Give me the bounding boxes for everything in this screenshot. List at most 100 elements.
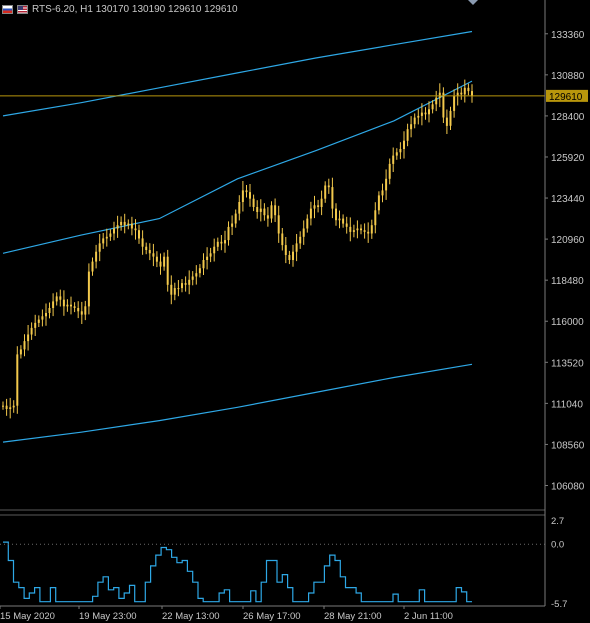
price-chart[interactable]: 129610 133360 130880 128400 125920 123440 1209… xyxy=(0,0,590,623)
time-tick-label: 22 May 13:00 xyxy=(162,611,220,622)
candle-body xyxy=(360,228,362,231)
candle-body xyxy=(130,223,133,229)
price-tick-label: 120960 xyxy=(551,235,585,246)
time-tick-label: 28 May 21:00 xyxy=(324,611,382,622)
candle-body xyxy=(424,112,427,115)
candle-body xyxy=(403,140,405,149)
candle-body xyxy=(252,198,255,207)
candle-body xyxy=(413,117,416,125)
candle-body xyxy=(442,92,445,118)
candle-body xyxy=(184,283,187,285)
candle-body xyxy=(59,296,62,300)
candle-body xyxy=(138,230,140,239)
oscillator-panel[interactable] xyxy=(0,541,545,603)
candle-body xyxy=(27,334,30,342)
candle-body xyxy=(145,246,148,250)
candle-body xyxy=(87,271,90,307)
candle-body xyxy=(338,218,341,221)
candle-body xyxy=(449,110,452,126)
candle-body xyxy=(324,185,327,199)
price-tick-label: 116000 xyxy=(551,317,584,328)
candle-body xyxy=(420,112,423,116)
candle-body xyxy=(410,124,413,130)
candle-body xyxy=(9,407,12,409)
candle-body xyxy=(198,268,201,274)
candle-body xyxy=(460,92,463,95)
candle-body xyxy=(345,223,348,227)
candle-body xyxy=(309,208,312,219)
candle-body xyxy=(295,243,298,252)
candle-body xyxy=(116,225,119,229)
candle-body xyxy=(266,215,269,219)
envelope-middle-line xyxy=(2,80,473,254)
candle-body xyxy=(77,308,80,312)
time-tick-label: 2 Jun 11:00 xyxy=(404,611,453,622)
candle-body xyxy=(438,92,441,98)
candle-body xyxy=(320,198,323,207)
price-tick-label: 113520 xyxy=(551,358,584,369)
main-price-panel[interactable] xyxy=(0,30,545,443)
candle-body xyxy=(191,276,194,280)
candle-body xyxy=(127,223,130,226)
candle-body xyxy=(288,255,291,260)
candle-body xyxy=(245,190,248,193)
candle-body xyxy=(431,104,434,110)
candle-body xyxy=(259,208,262,212)
candle-body xyxy=(342,218,345,224)
time-tick-label: 26 May 17:00 xyxy=(243,611,301,622)
candle-body xyxy=(12,405,15,408)
candle-body xyxy=(163,256,166,267)
axes-group: 129610 133360 130880 128400 125920 123440 1209… xyxy=(0,0,588,622)
candle-body xyxy=(52,301,55,308)
candle-body xyxy=(292,251,294,260)
candle-body xyxy=(374,210,377,226)
candle-body xyxy=(467,87,470,92)
candle-body xyxy=(166,256,169,285)
candle-body xyxy=(173,288,176,295)
candle-body xyxy=(5,405,8,409)
candle-body xyxy=(109,233,112,237)
candle-body xyxy=(406,129,409,141)
candle-body xyxy=(367,231,370,234)
candle-body xyxy=(428,109,430,115)
candle-body xyxy=(123,221,126,226)
candle-body xyxy=(195,273,198,277)
candle-body xyxy=(313,205,316,209)
candle-body xyxy=(70,304,72,307)
candle-body xyxy=(445,117,448,126)
candle-body xyxy=(220,241,223,244)
candle-body xyxy=(134,228,137,231)
oscillator-line xyxy=(3,541,472,603)
candle-body xyxy=(435,97,438,105)
candle-body xyxy=(299,236,302,244)
candle-body xyxy=(317,205,320,207)
candle-body xyxy=(213,246,216,254)
price-tick-label: 108560 xyxy=(551,440,585,451)
candle-body xyxy=(302,228,305,237)
oscillator-tick-label: -5.7 xyxy=(551,599,567,610)
candle-body xyxy=(16,354,19,406)
oscillator-tick-label: 0.0 xyxy=(551,539,564,550)
candle-body xyxy=(263,208,266,216)
envelope-lower-line xyxy=(2,363,473,443)
candle-body xyxy=(377,195,380,211)
candle-body xyxy=(170,284,173,295)
candle-body xyxy=(155,256,158,262)
candle-body xyxy=(306,218,309,229)
candle-body xyxy=(45,313,47,317)
time-tick-label: 19 May 23:00 xyxy=(79,611,137,622)
envelope-upper-line xyxy=(2,30,473,117)
candle-body xyxy=(141,238,144,247)
candle-body xyxy=(234,213,237,224)
candle-body xyxy=(102,238,105,244)
candle-body xyxy=(120,221,123,226)
candle-body xyxy=(335,208,337,221)
candle-body xyxy=(177,288,180,290)
candle-body xyxy=(227,226,230,241)
candle-body xyxy=(206,256,209,260)
candle-body xyxy=(277,215,280,234)
candle-body xyxy=(363,230,366,232)
candle-body xyxy=(352,230,355,232)
price-tick-label: 133360 xyxy=(551,30,585,41)
price-tick-label: 125920 xyxy=(551,153,585,164)
